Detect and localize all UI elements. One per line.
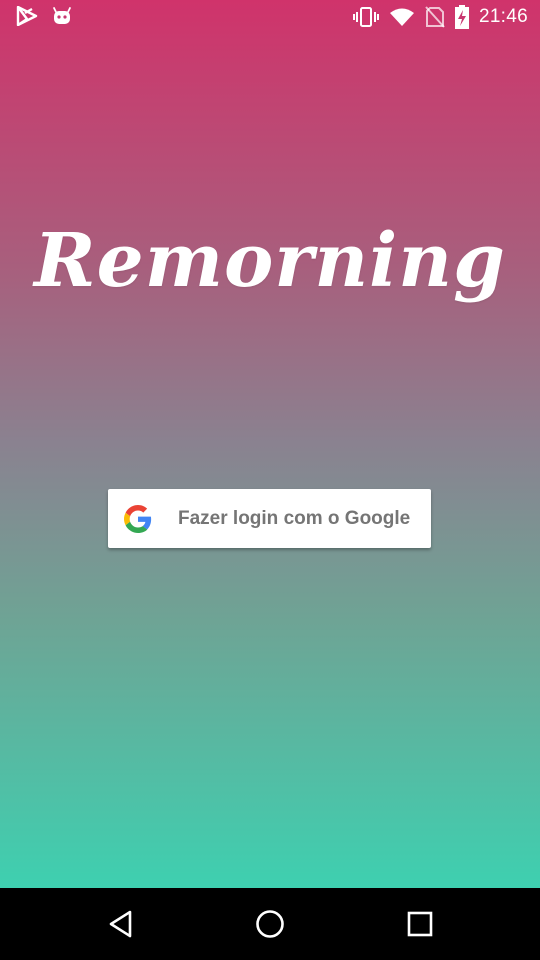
recents-icon xyxy=(407,911,433,937)
battery-charging-icon xyxy=(454,5,469,29)
home-icon xyxy=(255,909,285,939)
android-icon xyxy=(52,6,72,26)
google-sign-in-button[interactable]: Fazer login com o Google xyxy=(108,489,431,548)
recents-button[interactable] xyxy=(400,906,440,942)
home-button[interactable] xyxy=(250,906,290,942)
status-bar: 21:46 xyxy=(0,0,540,36)
status-time: 21:46 xyxy=(478,6,528,27)
phone-screen: 21:46 Remorning Fazer login com o Google xyxy=(0,0,540,960)
google-logo-icon xyxy=(124,505,152,533)
navigation-bar xyxy=(0,888,540,960)
app-logo-title: Remorning xyxy=(34,218,506,304)
vibrate-icon xyxy=(352,6,379,28)
no-sim-icon xyxy=(425,6,445,28)
wifi-icon xyxy=(389,7,415,27)
play-store-icon xyxy=(16,6,38,26)
google-sign-in-label: Fazer login com o Google xyxy=(178,508,411,529)
login-screen: 21:46 Remorning Fazer login com o Google xyxy=(0,0,540,888)
back-icon xyxy=(108,910,134,938)
back-button[interactable] xyxy=(101,906,141,942)
